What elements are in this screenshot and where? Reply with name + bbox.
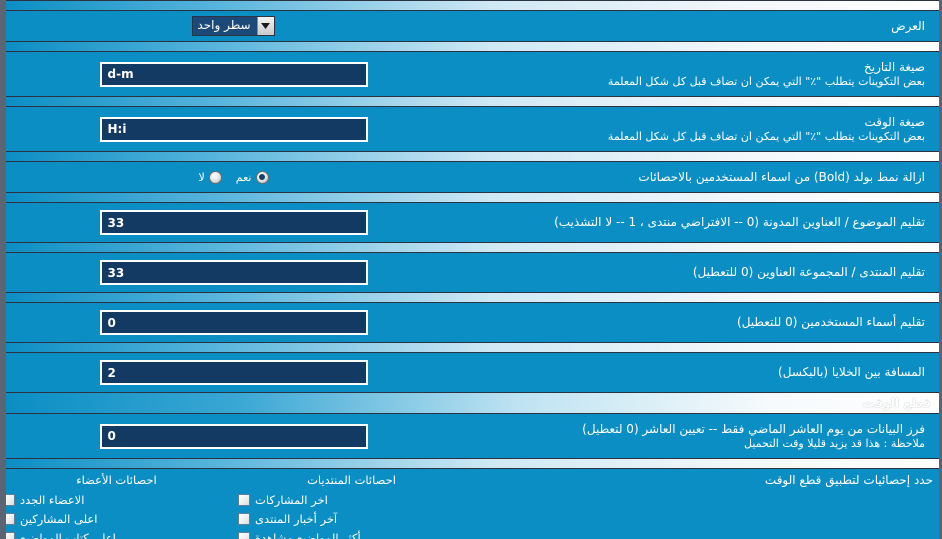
radio-no-icon[interactable] xyxy=(208,170,222,184)
checkbox-top-posters-label: اعلى المشاركين xyxy=(20,511,98,526)
row-sort-data-field-cell xyxy=(6,423,461,449)
row-trim-username-label-cell: تقليم أسماء المستخدمين (0 للتعطيل) xyxy=(461,315,931,330)
row-date-format: صيغة التاريخ بعض التكوينات يتطلب "٪" الت… xyxy=(6,52,939,96)
radio-no-label: لا xyxy=(198,170,205,184)
cell-spacing-input[interactable] xyxy=(99,360,368,385)
row-cell-spacing-field-cell xyxy=(6,360,461,385)
separator-6 xyxy=(6,292,939,303)
checkbox-forum-latest-posts-box[interactable] xyxy=(238,493,250,506)
separator-7 xyxy=(6,342,939,353)
display-mode-select-value: سطر واحد xyxy=(193,17,257,35)
row-date-format-field-cell xyxy=(6,61,461,87)
stats-column-members-heading: احصائات الأعضاء xyxy=(76,473,157,487)
separator-5 xyxy=(6,242,939,253)
bold-removal-radio-group: نعم لا xyxy=(198,170,269,184)
row-display-label-cell: العرض xyxy=(461,19,931,34)
checkbox-most-viewed-topics-label: أكثر المواضيع مشاهدة xyxy=(255,530,361,539)
row-time-format-label-cell: صيغة الوقت بعض التكوينات يتطلب "٪" التي … xyxy=(461,115,931,144)
section-header-time-cut-label: قطع الوقت xyxy=(862,396,931,410)
checkbox-new-members-label: الاعضاء الجدد xyxy=(20,492,85,507)
time-format-input[interactable] xyxy=(99,116,368,142)
row-cell-spacing: المسافة بين الخلايا (بالبكسل) xyxy=(6,353,939,392)
row-trim-forum: تقليم المنتدى / المجموعة العناوين (0 للت… xyxy=(6,253,939,292)
stats-column-members: احصائات الأعضاء الاعضاء الجدد اعلى المشا… xyxy=(6,473,234,539)
row-trim-forum-label-cell: تقليم المنتدى / المجموعة العناوين (0 للت… xyxy=(461,265,931,280)
row-bold-removal: ازالة نمط بولد (Bold) من اسماء المستخدمي… xyxy=(6,162,939,192)
checkbox-top-topic-writers-box[interactable] xyxy=(6,531,15,539)
row-trim-forum-field-cell xyxy=(6,260,461,285)
row-time-format-field-cell xyxy=(6,116,461,142)
row-trim-username-label: تقليم أسماء المستخدمين (0 للتعطيل) xyxy=(737,315,925,329)
row-display: العرض سطر واحد xyxy=(6,11,939,41)
row-time-format-label: صيغة الوقت xyxy=(864,114,925,129)
trim-topic-input[interactable] xyxy=(99,210,368,235)
checkbox-forum-latest-news[interactable]: آخر أخبار المنتدى xyxy=(234,509,469,528)
checkbox-top-posters[interactable]: اعلى المشاركين xyxy=(6,509,234,528)
display-mode-select[interactable]: سطر واحد xyxy=(192,16,275,36)
checkbox-top-posters-box[interactable] xyxy=(6,512,15,525)
radio-option-no[interactable]: لا xyxy=(198,170,222,184)
checkbox-forum-latest-news-label: آخر أخبار المنتدى xyxy=(255,511,338,526)
chevron-down-icon[interactable] xyxy=(256,17,274,35)
row-time-format: صيغة الوقت بعض التكوينات يتطلب "٪" التي … xyxy=(6,107,939,151)
separator-top xyxy=(6,0,939,11)
date-format-input[interactable] xyxy=(99,61,368,87)
separator-3 xyxy=(6,151,939,162)
separator-2 xyxy=(6,96,939,107)
row-bold-removal-field-cell: نعم لا xyxy=(6,170,461,184)
checkbox-new-members-box[interactable] xyxy=(6,493,15,506)
row-trim-topic: تقليم الموضوع / العناوين المدونة (0 -- ا… xyxy=(6,203,939,242)
row-display-field-cell: سطر واحد xyxy=(6,16,461,36)
time-cut-stats-label: حدد إحصائيات لتطبيق قطع الوقت xyxy=(764,473,933,487)
radio-option-yes[interactable]: نعم xyxy=(235,170,269,184)
row-date-format-desc: بعض التكوينات يتطلب "٪" التي يمكن ان تضا… xyxy=(607,74,925,88)
row-sort-data-label-cell: فرز البيانات من يوم العاشر الماضي فقط --… xyxy=(461,422,931,451)
row-trim-username: تقليم أسماء المستخدمين (0 للتعطيل) xyxy=(6,303,939,342)
separator-8 xyxy=(6,458,939,469)
row-time-format-desc: بعض التكوينات يتطلب "٪" التي يمكن ان تضا… xyxy=(607,129,925,143)
trim-forum-input[interactable] xyxy=(99,260,368,285)
row-cell-spacing-label-cell: المسافة بين الخلايا (بالبكسل) xyxy=(461,365,931,380)
row-trim-topic-field-cell xyxy=(6,210,461,235)
checkbox-most-viewed-topics-box[interactable] xyxy=(238,531,250,539)
row-bold-removal-label-cell: ازالة نمط بولد (Bold) من اسماء المستخدمي… xyxy=(461,170,931,185)
section-header-time-cut: قطع الوقت xyxy=(6,392,939,414)
row-date-format-label-cell: صيغة التاريخ بعض التكوينات يتطلب "٪" الت… xyxy=(461,60,931,89)
checkbox-top-topic-writers-label: اعلى كتاب المواضيع xyxy=(20,530,116,539)
row-trim-topic-label: تقليم الموضوع / العناوين المدونة (0 -- ا… xyxy=(554,215,925,229)
row-time-cut-stats: حدد إحصائيات لتطبيق قطع الوقت احصائات ال… xyxy=(6,469,939,539)
row-cell-spacing-label: المسافة بين الخلايا (بالبكسل) xyxy=(778,365,925,379)
sort-data-days-input[interactable] xyxy=(99,423,368,449)
radio-yes-label: نعم xyxy=(235,170,252,184)
row-sort-data: فرز البيانات من يوم العاشر الماضي فقط --… xyxy=(6,414,939,458)
checkbox-top-topic-writers[interactable]: اعلى كتاب المواضيع xyxy=(6,528,234,539)
settings-page: العرض سطر واحد صيغة التاريخ بعض التكوينا… xyxy=(0,0,942,539)
row-bold-removal-label: ازالة نمط بولد (Bold) من اسماء المستخدمي… xyxy=(638,169,925,184)
checkbox-new-members[interactable]: الاعضاء الجدد xyxy=(6,490,234,509)
checkbox-forum-latest-posts-label: اخر المشاركات xyxy=(255,492,328,507)
separator-1 xyxy=(6,41,939,52)
checkbox-forum-latest-posts[interactable]: اخر المشاركات xyxy=(234,490,469,509)
checkbox-most-viewed-topics[interactable]: أكثر المواضيع مشاهدة xyxy=(234,528,469,539)
stats-column-forums-heading: احصائات المنتديات xyxy=(307,473,396,487)
row-trim-topic-label-cell: تقليم الموضوع / العناوين المدونة (0 -- ا… xyxy=(461,215,931,230)
row-trim-forum-label: تقليم المنتدى / المجموعة العناوين (0 للت… xyxy=(692,265,925,279)
stats-column-forums: احصائات المنتديات اخر المشاركات آخر أخبا… xyxy=(234,473,469,539)
row-sort-data-label: فرز البيانات من يوم العاشر الماضي فقط --… xyxy=(582,421,925,436)
trim-username-input[interactable] xyxy=(99,310,368,335)
row-sort-data-desc: ملاحظة : هذا قد يزيد قليلا وقت التحميل xyxy=(744,436,925,450)
radio-yes-icon[interactable] xyxy=(255,170,269,184)
time-cut-stats-columns: احصائات المنتديات اخر المشاركات آخر أخبا… xyxy=(6,473,469,539)
separator-4 xyxy=(6,192,939,203)
row-display-label: العرض xyxy=(891,18,925,33)
row-trim-username-field-cell xyxy=(6,310,461,335)
row-date-format-label: صيغة التاريخ xyxy=(864,59,925,74)
checkbox-forum-latest-news-box[interactable] xyxy=(238,512,250,525)
